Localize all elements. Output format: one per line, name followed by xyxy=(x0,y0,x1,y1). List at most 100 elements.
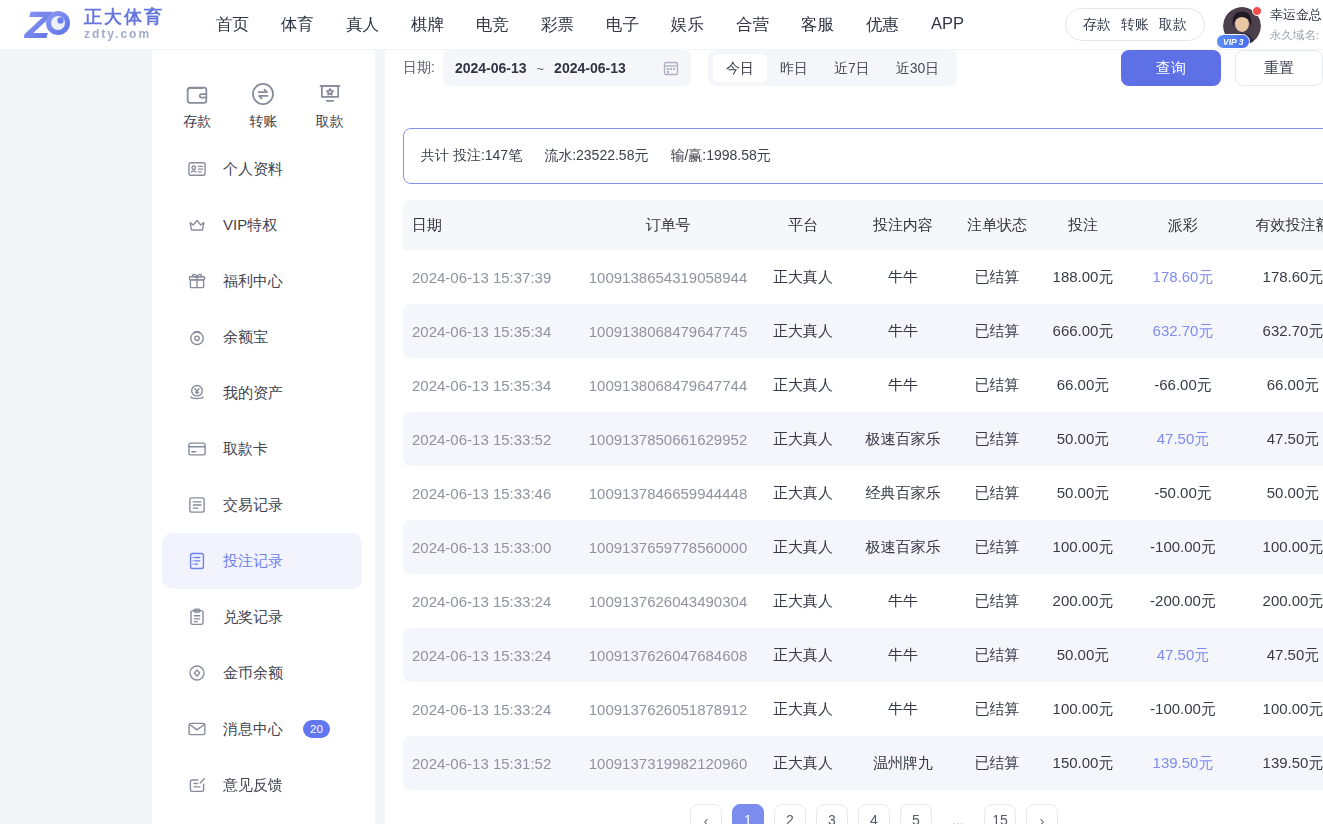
cell-status: 已结算 xyxy=(953,484,1041,503)
brand-name: 正大体育 xyxy=(84,8,164,28)
nav-item-6[interactable]: 彩票 xyxy=(541,14,574,36)
welfare-icon xyxy=(186,270,208,292)
cell-order: 1009137846659944448 xyxy=(583,485,753,502)
page-button-4[interactable]: 4 xyxy=(858,804,890,824)
header-quick-link-3[interactable]: 取款 xyxy=(1159,16,1187,34)
sidebar: 存款转账取款 个人资料VIP特权福利中心余额宝我的资产取款卡交易记录投注记录兑奖… xyxy=(152,50,375,824)
cell-bet: 50.00元 xyxy=(1041,484,1125,503)
cell-bet: 150.00元 xyxy=(1041,754,1125,773)
sidebar-item-card[interactable]: 取款卡 xyxy=(162,421,362,477)
cell-date: 2024-06-13 15:33:52 xyxy=(403,431,583,448)
sidebar-item-profile[interactable]: 个人资料 xyxy=(162,141,362,197)
page-button-5[interactable]: 5 xyxy=(900,804,932,824)
cell-payout: -100.00元 xyxy=(1125,538,1241,557)
filter-row: 日期: 2024-06-13 ~ 2024-06-13 今日昨日近7日近30日 … xyxy=(403,50,1323,86)
range-昨日[interactable]: 昨日 xyxy=(767,54,821,82)
cell-platform: 正大真人 xyxy=(753,754,853,773)
transactions-icon xyxy=(186,494,208,516)
cell-payout: -200.00元 xyxy=(1125,592,1241,611)
sidebar-item-messages[interactable]: 消息中心20 xyxy=(162,701,362,757)
date-to: 2024-06-13 xyxy=(554,60,626,76)
range-今日[interactable]: 今日 xyxy=(713,54,767,82)
logo-icon: Z xyxy=(22,5,76,45)
cell-payout: -50.00元 xyxy=(1125,484,1241,503)
sidebar-item-label: 投注记录 xyxy=(223,552,283,571)
cell-date: 2024-06-13 15:31:52 xyxy=(403,755,583,772)
sidebar-item-transactions[interactable]: 交易记录 xyxy=(162,477,362,533)
nav-item-8[interactable]: 娱乐 xyxy=(671,14,704,36)
cell-bet: 100.00元 xyxy=(1041,700,1125,719)
sidebar-item-vip[interactable]: VIP特权 xyxy=(162,197,362,253)
messages-icon xyxy=(186,718,208,740)
cell-date: 2024-06-13 15:33:24 xyxy=(403,701,583,718)
nav-item-7[interactable]: 电子 xyxy=(606,14,639,36)
sidebar-item-label: 余额宝 xyxy=(223,328,268,347)
cell-date: 2024-06-13 15:33:46 xyxy=(403,485,583,502)
quick-action-deposit[interactable]: 存款 xyxy=(164,80,230,131)
main-content: 日期: 2024-06-13 ~ 2024-06-13 今日昨日近7日近30日 … xyxy=(385,50,1323,824)
sidebar-item-redeem[interactable]: 兑奖记录 xyxy=(162,589,362,645)
card-icon xyxy=(186,438,208,460)
nav-item-5[interactable]: 电竞 xyxy=(476,14,509,36)
column-header-5: 注单状态 xyxy=(953,216,1041,235)
date-label: 日期: xyxy=(403,59,435,77)
cell-valid: 200.00元 xyxy=(1241,592,1323,611)
quick-action-withdraw[interactable]: 取款 xyxy=(297,80,363,131)
sidebar-item-coins[interactable]: 金币余额 xyxy=(162,645,362,701)
cell-valid: 632.70元 xyxy=(1241,322,1323,341)
next-page-button[interactable]: › xyxy=(1026,804,1058,824)
transfer-icon xyxy=(249,80,277,108)
header-quick-link-2[interactable]: 转账 xyxy=(1121,16,1149,34)
column-header-2: 订单号 xyxy=(583,216,753,235)
main-nav: 首页 体育 真人 棋牌 电竞 彩票 电子 娱乐 合营 客服 优惠 APP xyxy=(200,14,980,36)
nav-item-12[interactable]: APP xyxy=(931,14,964,36)
sidebar-item-assets[interactable]: 我的资产 xyxy=(162,365,362,421)
page-button-2[interactable]: 2 xyxy=(774,804,806,824)
brand-domain: zdty.com xyxy=(84,27,164,41)
cell-content: 经典百家乐 xyxy=(853,484,953,503)
nav-item-11[interactable]: 优惠 xyxy=(866,14,899,36)
date-range-input[interactable]: 2024-06-13 ~ 2024-06-13 xyxy=(443,50,691,86)
reset-button[interactable]: 重置 xyxy=(1235,50,1323,86)
cell-date: 2024-06-13 15:35:34 xyxy=(403,323,583,340)
brand-logo[interactable]: Z 正大体育 zdty.com xyxy=(22,5,164,45)
range-近7日[interactable]: 近7日 xyxy=(821,54,883,82)
calendar-icon[interactable] xyxy=(663,60,679,76)
sidebar-item-feedback[interactable]: 意见反馈 xyxy=(162,757,362,813)
header-quick-link-1[interactable]: 存款 xyxy=(1083,16,1111,34)
cell-content: 温州牌九 xyxy=(853,754,953,773)
nav-item-9[interactable]: 合营 xyxy=(736,14,769,36)
nav-item-4[interactable]: 棋牌 xyxy=(411,14,444,36)
cell-valid: 100.00元 xyxy=(1241,538,1323,557)
cell-platform: 正大真人 xyxy=(753,268,853,287)
range-近30日[interactable]: 近30日 xyxy=(883,54,953,82)
table-row: 2024-06-13 15:33:001009137659778560000正大… xyxy=(403,520,1323,574)
bets-table: 日期订单号平台投注内容注单状态投注派彩有效投注额 2024-06-13 15:3… xyxy=(403,200,1323,790)
nav-item-2[interactable]: 体育 xyxy=(281,14,314,36)
column-header-7: 派彩 xyxy=(1125,216,1241,235)
column-header-8: 有效投注额 xyxy=(1241,216,1323,235)
cell-status: 已结算 xyxy=(953,538,1041,557)
prev-page-button[interactable]: ‹ xyxy=(690,804,722,824)
cell-payout: 47.50元 xyxy=(1125,646,1241,665)
left-strip xyxy=(0,50,152,824)
page-button-3[interactable]: 3 xyxy=(816,804,848,824)
avatar[interactable]: VIP 3 xyxy=(1223,7,1261,45)
quick-action-transfer[interactable]: 转账 xyxy=(230,80,296,131)
nav-item-1[interactable]: 首页 xyxy=(216,14,249,36)
page-button-1[interactable]: 1 xyxy=(732,804,764,824)
table-header: 日期订单号平台投注内容注单状态投注派彩有效投注额 xyxy=(403,200,1323,250)
sidebar-item-bets[interactable]: 投注记录 xyxy=(162,533,362,589)
sidebar-item-yuebao[interactable]: 余额宝 xyxy=(162,309,362,365)
query-button[interactable]: 查询 xyxy=(1121,50,1221,86)
sidebar-item-label: 交易记录 xyxy=(223,496,283,515)
nav-item-3[interactable]: 真人 xyxy=(346,14,379,36)
quick-action-label: 取款 xyxy=(316,113,344,131)
column-header-1: 日期 xyxy=(403,216,583,235)
page-button-15[interactable]: 15 xyxy=(984,804,1016,824)
sidebar-item-welfare[interactable]: 福利中心 xyxy=(162,253,362,309)
notification-dot xyxy=(1252,6,1262,16)
table-row: 2024-06-13 15:37:391009138654319058944正大… xyxy=(403,250,1323,304)
cell-date: 2024-06-13 15:33:00 xyxy=(403,539,583,556)
nav-item-10[interactable]: 客服 xyxy=(801,14,834,36)
